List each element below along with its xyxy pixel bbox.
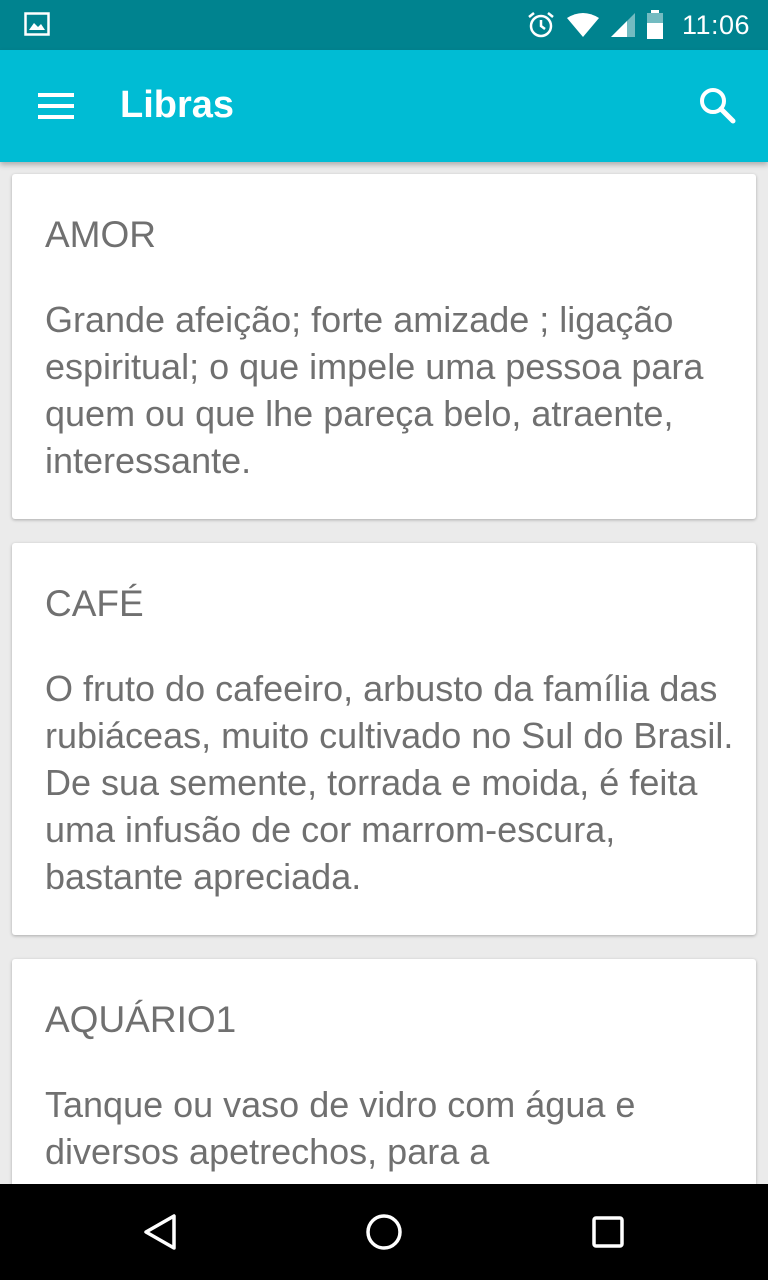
page-title: Libras [120,84,235,126]
card-definition: Tanque ou vaso de vidro com água e diver… [45,1084,636,1172]
hamburger-menu-icon[interactable] [36,90,76,122]
word-card[interactable]: CAFÉ O fruto do cafeeiro, arbusto da fam… [12,543,756,935]
word-card[interactable]: AQUÁRIO1 Tanque ou vaso de vidro com águ… [12,959,756,1184]
back-icon[interactable] [136,1208,184,1256]
app-bar: Libras [0,50,768,162]
status-bar: 11:06 [0,0,768,50]
home-icon[interactable] [360,1208,408,1256]
navigation-bar [0,1184,768,1280]
recents-icon[interactable] [584,1208,632,1256]
alarm-icon [526,10,556,40]
word-card[interactable]: AMOR Grande afeição; forte amizade ; lig… [12,174,756,519]
card-list[interactable]: AMOR Grande afeição; forte amizade ; lig… [0,162,768,1184]
cell-signal-icon [610,12,636,38]
card-definition: O fruto do cafeeiro, arbusto da família … [45,668,734,897]
battery-icon [646,10,664,40]
search-icon[interactable] [696,84,740,128]
card-definition: Grande afeição; forte amizade ; ligação … [45,299,704,481]
card-word: AQUÁRIO1 [45,999,237,1040]
card-word: AMOR [45,214,156,255]
wifi-icon [566,12,600,38]
card-word: CAFÉ [45,583,144,624]
image-notification-icon [24,12,50,36]
status-clock: 11:06 [681,9,750,40]
